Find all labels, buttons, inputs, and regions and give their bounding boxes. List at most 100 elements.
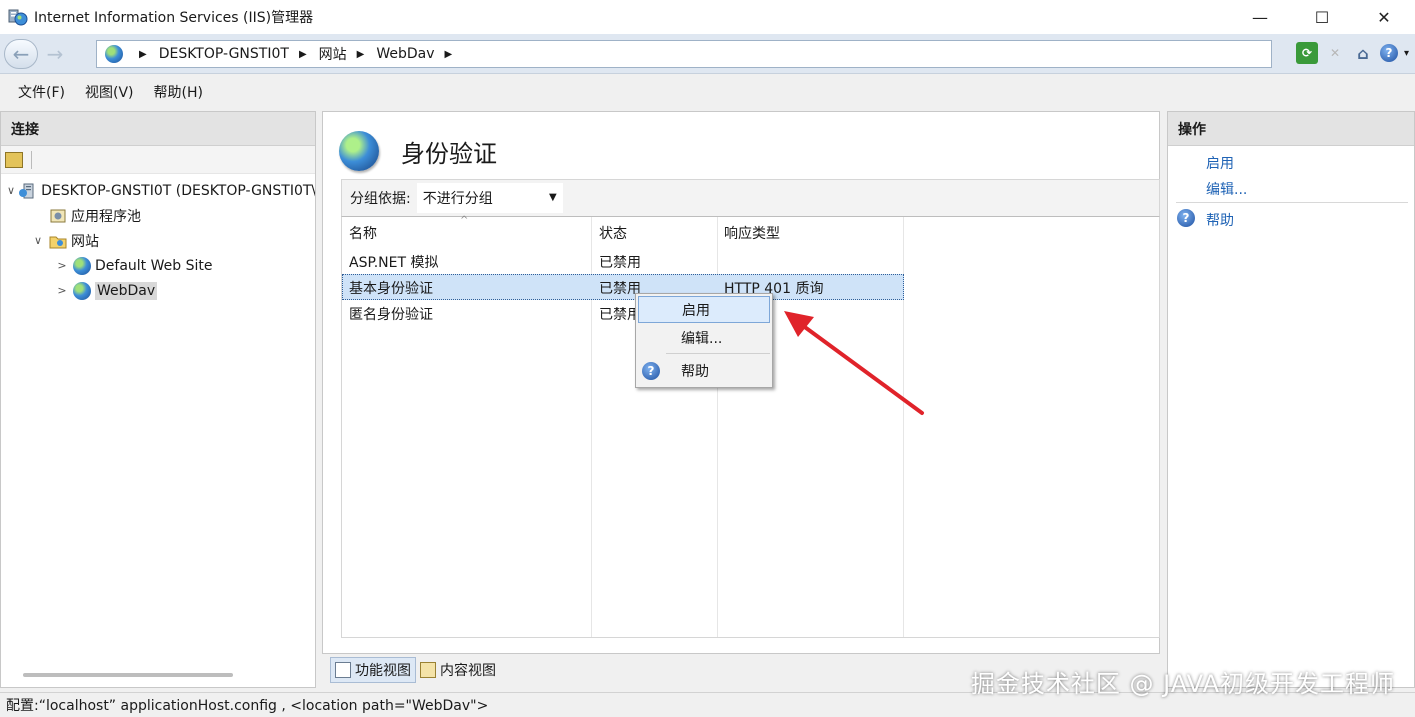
- actions-header: 操作: [1168, 112, 1414, 146]
- iis-manager-icon: [8, 7, 28, 27]
- stop-icon[interactable]: ✕: [1324, 42, 1346, 64]
- globe-icon: [73, 256, 91, 275]
- help-menu-icon[interactable]: ?: [1379, 44, 1398, 62]
- collapse-chevron-icon[interactable]: ∨: [31, 234, 45, 247]
- tree-item-webdav[interactable]: > WebDav: [1, 278, 315, 303]
- context-menu-label: 帮助: [681, 363, 709, 380]
- table-row-selected[interactable]: 基本身份验证 已禁用 HTTP 401 质询: [342, 274, 904, 300]
- status-text: 配置:“localhost” applicationHost.config , …: [6, 698, 489, 714]
- close-button[interactable]: ✕: [1353, 0, 1415, 34]
- table-row[interactable]: ASP.NET 模拟 已禁用: [342, 248, 904, 274]
- menu-file[interactable]: 文件(F): [8, 82, 75, 102]
- column-header-status[interactable]: 状态: [599, 223, 627, 243]
- group-by-bar: 分组依据: 不进行分组 ▼: [341, 179, 1160, 217]
- features-view-icon: [335, 662, 351, 678]
- globe-icon: [105, 45, 123, 63]
- view-tabs: 功能视图 内容视图: [330, 656, 500, 684]
- breadcrumb-separator-icon: ▶: [139, 48, 147, 60]
- tab-features-view[interactable]: 功能视图: [330, 657, 416, 683]
- authentication-table: ^ 名称 状态 响应类型 ASP.NET 模拟 已禁用 基本身份验证 已禁用 H…: [341, 215, 1160, 638]
- action-enable[interactable]: 启用: [1206, 153, 1234, 173]
- row-name: 基本身份验证: [349, 281, 433, 297]
- dropdown-chevron-icon[interactable]: ▾: [1404, 48, 1409, 59]
- toolbar-divider: [31, 150, 32, 169]
- connections-panel: 连接 ∨ DESKTOP-GNSTI0T (DESKTOP-GNSTI0T\ 应…: [0, 111, 316, 688]
- forward-arrow-icon: →: [46, 42, 64, 66]
- tree-item-app-pools[interactable]: 应用程序池: [1, 203, 315, 228]
- server-icon: [19, 182, 37, 200]
- menu-view[interactable]: 视图(V): [75, 82, 144, 102]
- horizontal-scrollbar[interactable]: [23, 673, 233, 677]
- tab-label: 功能视图: [355, 663, 411, 679]
- tree-item-label: Default Web Site: [95, 257, 213, 274]
- expand-chevron-icon[interactable]: >: [55, 259, 69, 272]
- context-menu-help[interactable]: ? 帮助: [638, 357, 770, 384]
- group-by-label: 分组依据:: [350, 191, 411, 207]
- menu-bar: 文件(F) 视图(V) 帮助(H): [0, 75, 1415, 109]
- actions-panel: 操作 启用 编辑... ? 帮助: [1167, 111, 1415, 688]
- home-icon[interactable]: ⌂: [1352, 42, 1374, 64]
- group-by-select[interactable]: 不进行分组 ▼: [416, 183, 563, 213]
- connect-icon[interactable]: [5, 151, 23, 168]
- tree-item-label: 网站: [71, 233, 99, 250]
- tree-item-label: 应用程序池: [71, 208, 141, 225]
- context-menu-edit[interactable]: 编辑...: [638, 324, 770, 351]
- content-view-icon: [420, 662, 436, 678]
- back-button[interactable]: ←: [4, 39, 38, 69]
- app-pool-icon: [49, 207, 67, 225]
- breadcrumb-separator-icon: ▶: [298, 48, 307, 60]
- maximize-button[interactable]: ☐: [1291, 0, 1353, 34]
- context-menu-enable[interactable]: 启用: [638, 296, 770, 323]
- breadcrumb-server[interactable]: DESKTOP-GNSTI0T: [159, 46, 289, 62]
- context-menu-label: 启用: [682, 302, 710, 319]
- row-status: 已禁用: [599, 255, 641, 271]
- forward-button[interactable]: →: [38, 39, 72, 69]
- connections-tree: ∨ DESKTOP-GNSTI0T (DESKTOP-GNSTI0T\ 应用程序…: [1, 174, 315, 303]
- feature-header: 身份验证: [339, 126, 497, 176]
- sort-ascending-icon: ^: [460, 215, 469, 226]
- help-icon: ?: [1177, 209, 1195, 227]
- dropdown-arrow-icon: ▼: [549, 192, 557, 203]
- row-name: ASP.NET 模拟: [349, 255, 439, 271]
- context-menu-separator: [666, 353, 770, 354]
- table-header: ^ 名称 状态 响应类型: [342, 215, 904, 247]
- connections-toolbar: [1, 146, 315, 174]
- minimize-button[interactable]: —: [1229, 0, 1291, 34]
- tree-item-sites[interactable]: ∨ 网站: [1, 228, 315, 253]
- title-bar: Internet Information Services (IIS)管理器 —…: [0, 0, 1415, 34]
- group-by-value: 不进行分组: [422, 191, 493, 207]
- tree-item-label: DESKTOP-GNSTI0T (DESKTOP-GNSTI0T\: [41, 182, 315, 199]
- globe-icon: [73, 281, 91, 300]
- collapse-chevron-icon[interactable]: ∨: [7, 184, 15, 197]
- back-arrow-icon: ←: [12, 42, 30, 66]
- help-icon: ?: [642, 361, 660, 380]
- tree-item-default-web-site[interactable]: > Default Web Site: [1, 253, 315, 278]
- connections-header: 连接: [1, 112, 315, 146]
- action-help[interactable]: 帮助: [1206, 210, 1234, 230]
- tree-item-server[interactable]: ∨ DESKTOP-GNSTI0T (DESKTOP-GNSTI0T\: [1, 178, 315, 203]
- watermark: 掘金技术社区 @ JAVA初级开发工程师: [970, 670, 1395, 698]
- menu-help[interactable]: 帮助(H): [144, 82, 213, 102]
- column-header-response[interactable]: 响应类型: [724, 223, 780, 243]
- refresh-icon[interactable]: ⟳: [1295, 42, 1318, 64]
- tab-content-view[interactable]: 内容视图: [416, 657, 500, 683]
- breadcrumb-sites[interactable]: 网站: [319, 44, 347, 64]
- breadcrumb[interactable]: ▶ DESKTOP-GNSTI0T ▶ 网站 ▶ WebDav ▶: [96, 40, 1272, 68]
- row-name: 匿名身份验证: [349, 307, 433, 323]
- annotation-arrow: [784, 311, 924, 415]
- page-title: 身份验证: [401, 139, 497, 168]
- breadcrumb-webdav[interactable]: WebDav: [376, 46, 434, 62]
- context-menu-label: 编辑...: [681, 330, 723, 347]
- actions-separator: [1176, 202, 1408, 203]
- authentication-globe-icon: [339, 131, 379, 171]
- window-title: Internet Information Services (IIS)管理器: [34, 10, 314, 26]
- breadcrumb-separator-icon: ▶: [356, 48, 365, 60]
- sites-folder-icon: [49, 232, 67, 250]
- expand-chevron-icon[interactable]: >: [55, 284, 69, 297]
- column-header-name[interactable]: 名称: [349, 223, 377, 243]
- address-bar: ← → ▶ DESKTOP-GNSTI0T ▶ 网站 ▶ WebDav ▶ ⟳ …: [0, 34, 1415, 74]
- tab-label: 内容视图: [440, 663, 496, 679]
- action-edit[interactable]: 编辑...: [1206, 179, 1247, 199]
- breadcrumb-separator-icon: ▶: [444, 48, 453, 60]
- tree-item-label: WebDav: [95, 281, 158, 300]
